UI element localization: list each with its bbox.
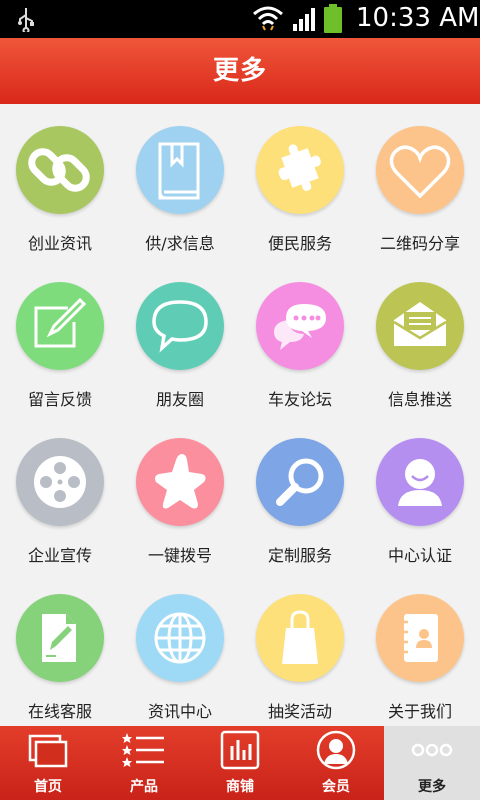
grid-item-label: 创业资讯 xyxy=(27,234,92,253)
grid-item-push-info[interactable]: 信息推送 xyxy=(360,260,480,416)
shopping-bag-icon xyxy=(282,610,318,664)
grid-item-label: 抽奖活动 xyxy=(267,702,332,721)
grid-item-feedback[interactable]: 留言反馈 xyxy=(0,260,120,416)
tab-label: 商铺 xyxy=(226,779,254,795)
puzzle-icon xyxy=(278,144,321,191)
star-list-icon xyxy=(122,733,164,767)
user-icon xyxy=(398,459,442,506)
grid-item-center-cert[interactable]: 中心认证 xyxy=(360,416,480,572)
heart-icon xyxy=(389,145,451,199)
grid-item-qr-share[interactable]: 二维码分享 xyxy=(360,104,480,260)
chat-bubble-icon xyxy=(152,300,208,353)
tab-label: 产品 xyxy=(130,779,158,795)
grid-item-friends[interactable]: 朋友圈 xyxy=(120,260,240,416)
feature-grid: 创业资讯 供/求信息 便民服务 二维码分享 留言反馈 朋友圈 车友论坛 信息推送… xyxy=(0,104,480,726)
envelope-icon xyxy=(393,302,447,346)
book-icon xyxy=(158,142,200,200)
grid-item-supply-demand[interactable]: 供/求信息 xyxy=(120,104,240,260)
grid-item-label: 关于我们 xyxy=(387,702,452,721)
page-title: 更多 xyxy=(212,56,267,86)
signal-icon xyxy=(293,8,315,31)
grid-item-label: 中心认证 xyxy=(387,546,452,565)
grid-item-label: 留言反馈 xyxy=(27,390,92,409)
grid-item-label: 便民服务 xyxy=(267,234,332,253)
tab-shop[interactable]: 商铺 xyxy=(192,726,288,800)
tab-label: 首页 xyxy=(34,779,62,795)
grid-item-forum[interactable]: 车友论坛 xyxy=(240,260,360,416)
magnifier-icon xyxy=(276,458,324,506)
grid-item-quick-dial[interactable]: 一键拨号 xyxy=(120,416,240,572)
grid-item-about-us[interactable]: 关于我们 xyxy=(360,572,480,728)
grid-item-lottery[interactable]: 抽奖活动 xyxy=(240,572,360,728)
star-icon xyxy=(155,454,206,509)
header-bar: 更多 xyxy=(0,38,480,104)
grid-item-label: 二维码分享 xyxy=(379,234,460,253)
edit-icon xyxy=(34,297,87,348)
more-dots-icon xyxy=(411,743,453,757)
link-icon xyxy=(28,148,90,192)
status-bar: 10:33 AM xyxy=(0,0,480,38)
usb-icon xyxy=(18,8,34,32)
grid-item-custom-service[interactable]: 定制服务 xyxy=(240,416,360,572)
globe-icon xyxy=(154,612,206,664)
grid-item-label: 定制服务 xyxy=(267,546,332,565)
grid-item-convenience[interactable]: 便民服务 xyxy=(240,104,360,260)
bottom-nav: 首页 产品 商铺 会员 更多 xyxy=(0,726,480,800)
tab-label: 更多 xyxy=(418,779,446,795)
tab-products[interactable]: 产品 xyxy=(96,726,192,800)
chart-shop-icon xyxy=(220,730,260,770)
battery-icon xyxy=(324,4,342,33)
tab-member[interactable]: 会员 xyxy=(288,726,384,800)
grid-item-company-promo[interactable]: 企业宣传 xyxy=(0,416,120,572)
chat-dots-icon xyxy=(274,304,326,350)
grid-item-label: 企业宣传 xyxy=(27,546,92,565)
tab-more[interactable]: 更多 xyxy=(384,726,480,800)
home-windows-icon xyxy=(28,734,68,768)
wifi-icon xyxy=(253,6,283,31)
grid-item-label: 在线客服 xyxy=(27,702,92,721)
document-edit-icon xyxy=(42,614,76,662)
grid-item-label: 车友论坛 xyxy=(267,390,332,409)
grid-item-label: 一键拨号 xyxy=(147,546,212,565)
grid-item-business-news[interactable]: 创业资讯 xyxy=(0,104,120,260)
contact-book-icon xyxy=(400,614,438,662)
grid-item-label: 信息推送 xyxy=(387,390,452,409)
status-time: 10:33 AM xyxy=(356,3,480,33)
tab-home[interactable]: 首页 xyxy=(0,726,96,800)
grid-item-online-support[interactable]: 在线客服 xyxy=(0,572,120,728)
tab-label: 会员 xyxy=(322,779,350,795)
member-icon xyxy=(316,730,356,770)
grid-item-label: 朋友圈 xyxy=(155,390,204,409)
grid-item-label: 资讯中心 xyxy=(147,702,212,721)
grid-item-news-center[interactable]: 资讯中心 xyxy=(120,572,240,728)
film-reel-icon xyxy=(34,456,86,508)
grid-item-label: 供/求信息 xyxy=(145,234,215,253)
